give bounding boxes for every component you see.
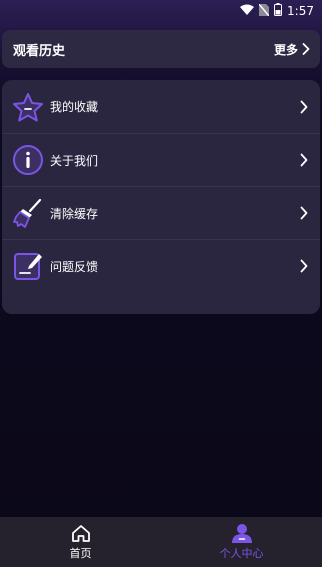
more-label: 更多 xyxy=(273,42,298,57)
status-bar: 1:57 xyxy=(0,0,322,22)
status-time: 1:57 xyxy=(287,4,314,18)
battery-icon xyxy=(274,3,283,19)
more-button[interactable]: 更多 xyxy=(274,41,310,58)
info-icon xyxy=(11,143,45,177)
tab-label: 首页 xyxy=(69,546,92,560)
chevron-right-icon xyxy=(300,206,308,220)
menu-item-label: 关于我们 xyxy=(50,153,99,168)
star-icon xyxy=(11,90,45,124)
menu-item-label: 问题反馈 xyxy=(50,259,99,274)
feedback-edit-icon xyxy=(11,249,45,283)
no-sim-icon xyxy=(258,3,270,19)
menu-item-clear-cache[interactable]: 清除缓存 xyxy=(2,186,320,239)
bottom-tab-bar: 首页 个人中心 xyxy=(0,517,322,567)
watch-history-title: 观看历史 xyxy=(13,43,66,59)
menu-card: 我的收藏 关于我们 清除缓存 问题反馈 xyxy=(2,80,320,314)
chevron-right-icon xyxy=(300,259,308,273)
person-icon xyxy=(231,524,252,543)
menu-item-label: 我的收藏 xyxy=(50,100,99,114)
tab-home[interactable]: 首页 xyxy=(0,517,161,567)
home-icon xyxy=(71,524,90,542)
broom-icon xyxy=(11,196,45,230)
tab-profile[interactable]: 个人中心 xyxy=(161,517,322,567)
menu-item-label: 清除缓存 xyxy=(50,206,99,221)
watch-history-card[interactable]: 观看历史 更多 xyxy=(2,30,320,68)
chevron-right-icon xyxy=(300,100,308,113)
menu-item-about[interactable]: 关于我们 xyxy=(2,133,320,186)
chevron-right-icon xyxy=(300,153,308,167)
wifi-icon xyxy=(240,4,255,18)
chevron-right-icon xyxy=(302,43,310,55)
menu-item-feedback[interactable]: 问题反馈 xyxy=(2,239,320,292)
menu-item-favorites[interactable]: 我的收藏 xyxy=(2,80,320,133)
tab-label: 个人中心 xyxy=(219,547,264,560)
